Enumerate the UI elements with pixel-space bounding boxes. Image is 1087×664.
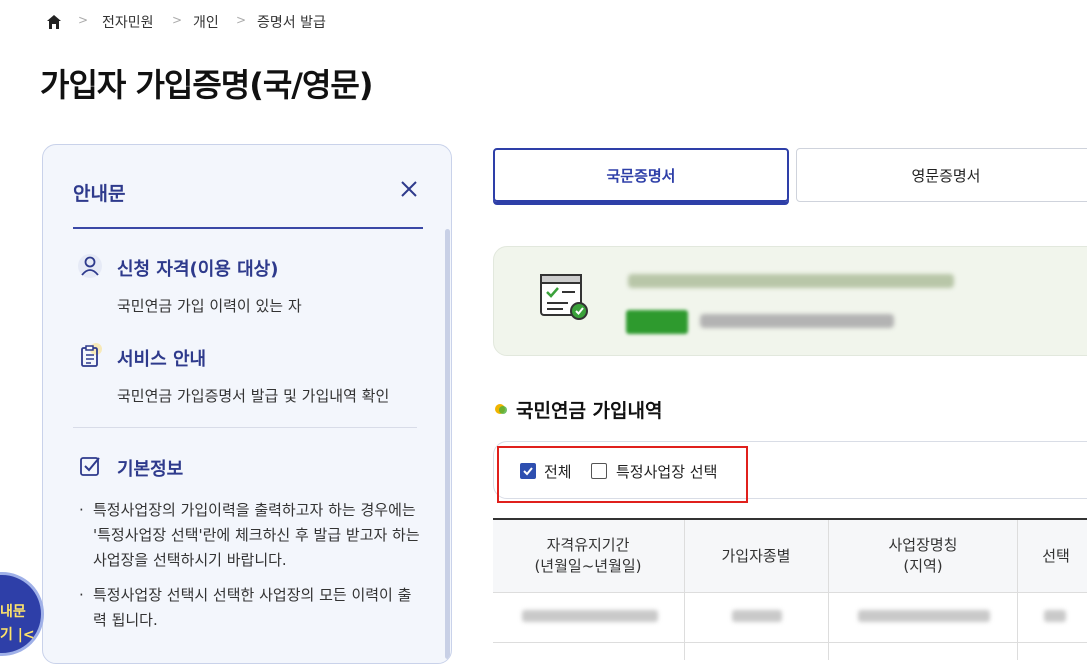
guide-toggle-label-2: 기 |< <box>0 627 35 643</box>
all-checkbox[interactable] <box>520 463 536 479</box>
specific-workplace-checkbox[interactable] <box>591 463 607 479</box>
tab-english-certificate[interactable]: 영문증명서 <box>796 148 1087 202</box>
blurred-text <box>628 274 954 288</box>
clipboard-icon <box>81 343 102 367</box>
bullet-icon <box>495 404 507 414</box>
guide-divider <box>73 227 423 229</box>
guide-toggle-label-1: 내문 <box>0 604 26 620</box>
section-divider <box>73 427 417 428</box>
blurred-cell <box>522 610 658 622</box>
column-header-label: 자격유지기간 <box>546 536 630 554</box>
column-header-type: 가입자종별 <box>684 520 828 592</box>
column-header-sublabel: (지역) <box>903 557 943 575</box>
section-title-eligibility: 신청 자격(이용 대상) <box>117 259 279 280</box>
note-bullet: · <box>79 501 84 519</box>
column-header-period: 자격유지기간 (년월일~년월일) <box>493 520 683 592</box>
close-icon[interactable] <box>399 179 419 199</box>
guide-panel: 안내문 신청 자격(이용 대상) 국민연금 가입 이력이 있는 자 서비스 안내… <box>42 144 452 664</box>
column-header-select: 선택 <box>1018 520 1087 592</box>
breadcrumb-separator: > <box>78 13 89 27</box>
section-body-service: 국민연금 가입증명서 발급 및 가입내역 확인 <box>117 387 390 405</box>
blurred-text <box>700 314 894 328</box>
guide-scrollbar[interactable] <box>445 229 450 659</box>
blurred-cell <box>858 610 990 622</box>
note-bullet: · <box>79 586 84 604</box>
home-icon[interactable] <box>46 14 62 30</box>
breadcrumb-item-personal[interactable]: 개인 <box>193 12 219 32</box>
section-body-eligibility: 국민연금 가입 이력이 있는 자 <box>117 297 302 315</box>
section-title: 국민연금 가입내역 <box>516 400 663 422</box>
all-checkbox-label[interactable]: 전체 <box>544 461 572 482</box>
row-divider <box>493 642 1087 643</box>
column-header-label: 가입자종별 <box>721 546 791 565</box>
breadcrumb-item-certificate[interactable]: 증명서 발급 <box>257 12 326 32</box>
column-header-sublabel: (년월일~년월일) <box>534 557 642 575</box>
check-icon <box>523 467 533 476</box>
blurred-cell <box>1044 610 1066 622</box>
section-title-service: 서비스 안내 <box>117 349 207 370</box>
person-icon <box>78 254 102 278</box>
specific-workplace-label[interactable]: 특정사업장 선택 <box>616 461 717 482</box>
column-header-label: 선택 <box>1042 546 1070 565</box>
note-all-history: 특정사업장 선택시 선택한 사업장의 모든 이력이 출력 됩니다. <box>93 586 412 629</box>
breadcrumb-separator: > <box>236 13 247 27</box>
column-divider <box>828 520 829 660</box>
blurred-badge <box>626 310 688 334</box>
column-header-label: 사업장명칭 <box>888 536 958 554</box>
tab-korean-certificate[interactable]: 국문증명서 <box>493 148 789 202</box>
document-check-icon <box>540 274 588 320</box>
blurred-cell <box>732 610 782 622</box>
guide-title: 안내문 <box>73 183 126 205</box>
column-header-workplace: 사업장명칭 (지역) <box>829 520 1017 592</box>
checkbox-icon <box>80 457 100 476</box>
page-title: 가입자 가입증명(국/영문) <box>40 66 373 104</box>
note-specific-workplace: 특정사업장의 가입이력을 출력하고자 하는 경우에는 '특정사업장 선택'란에 … <box>93 501 420 569</box>
column-divider <box>1017 520 1018 660</box>
breadcrumb-item-civil[interactable]: 전자민원 <box>102 12 154 32</box>
section-title-basic: 기본정보 <box>117 459 184 480</box>
column-divider <box>684 520 685 660</box>
breadcrumb-separator: > <box>172 13 183 27</box>
